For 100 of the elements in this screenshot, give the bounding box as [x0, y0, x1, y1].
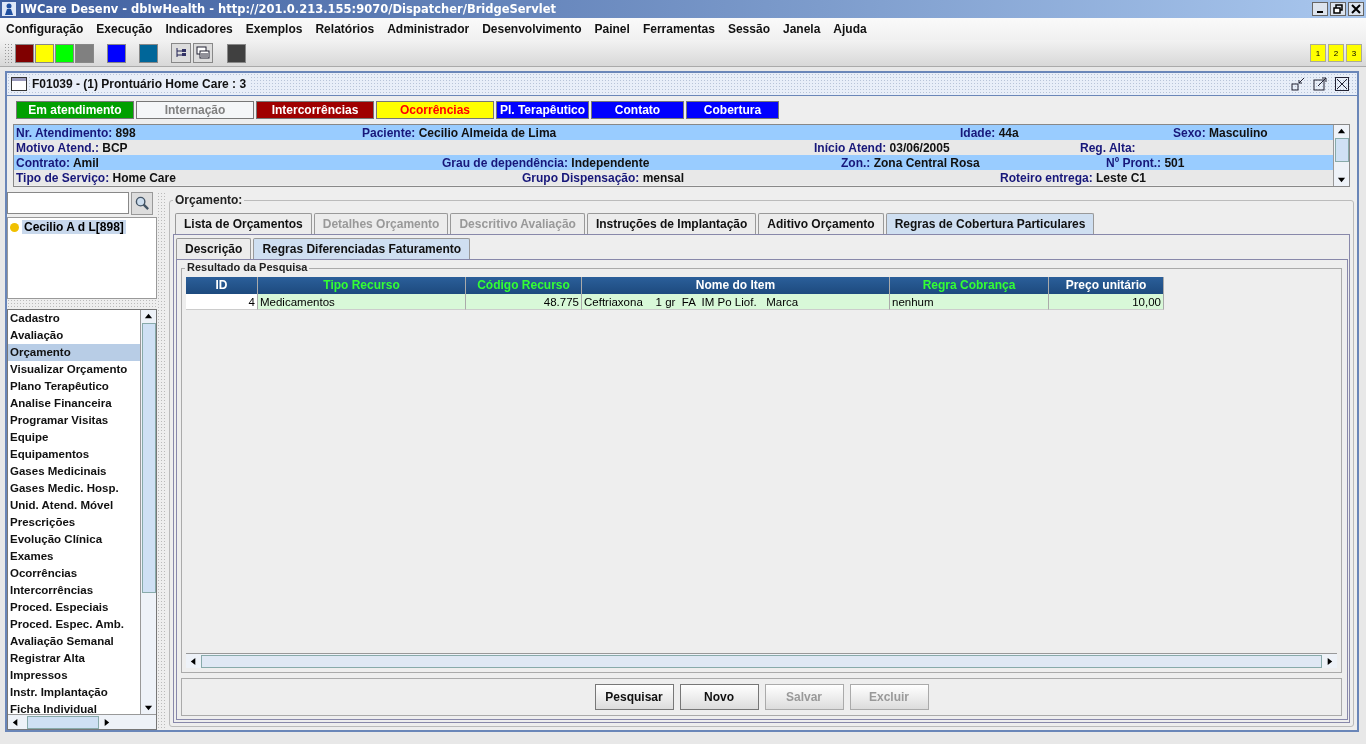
menu-item[interactable]: Administrador — [387, 22, 470, 36]
toolbar-button[interactable] — [171, 43, 191, 63]
maximize-icon — [1313, 77, 1327, 91]
up-arrow-icon[interactable] — [144, 312, 153, 321]
sidebar-item[interactable]: Avaliação Semanal — [8, 633, 140, 650]
menu-item[interactable]: Configuração — [6, 22, 84, 36]
section-title: Orçamento: — [173, 193, 245, 207]
color-button[interactable] — [35, 43, 54, 63]
search-icon[interactable] — [131, 192, 153, 215]
sidebar-item[interactable]: Instr. Implantação — [8, 684, 140, 701]
status-button[interactable]: Intercorrências — [256, 101, 374, 119]
status-button[interactable]: Pl. Terapêutico — [496, 101, 589, 119]
restore-button[interactable] — [1330, 2, 1346, 16]
sidebar-item[interactable]: Intercorrências — [8, 582, 140, 599]
left-arrow-icon[interactable] — [11, 717, 20, 727]
sidebar-item[interactable]: Plano Terapêutico — [8, 378, 140, 395]
column-header[interactable]: Nome do Item — [582, 277, 890, 294]
color-button[interactable] — [75, 43, 94, 63]
minimize-icon — [1317, 11, 1323, 13]
table-cell: 4 — [186, 294, 258, 310]
menu-item[interactable]: Execução — [96, 22, 153, 36]
horizontal-scrollbar[interactable] — [186, 653, 1337, 668]
sidebar-item[interactable]: Gases Medic. Hosp. — [8, 480, 140, 497]
sidebar-item[interactable]: Visualizar Orçamento — [8, 361, 140, 378]
column-header[interactable]: ID — [186, 277, 258, 294]
sidebar-item[interactable]: Programar Visitas — [8, 412, 140, 429]
menu-item[interactable]: Painel — [594, 22, 630, 36]
close-icon — [1335, 77, 1349, 91]
scrollbar[interactable] — [140, 310, 156, 714]
sidebar-item[interactable]: Equipe — [8, 429, 140, 446]
sidebar-item[interactable]: Ficha Individual — [8, 701, 140, 718]
sidebar-item[interactable]: Ocorrências — [8, 565, 140, 582]
color-button[interactable] — [107, 43, 126, 63]
up-arrow-icon[interactable] — [1337, 127, 1346, 136]
sidebar-item[interactable]: Exames — [8, 548, 140, 565]
menu-item[interactable]: Exemplos — [245, 22, 303, 36]
table-cell: Ceftriaxona 1 gr FA IM Po Liof. Marca — [582, 294, 890, 310]
page-button[interactable]: 2 — [1328, 44, 1344, 62]
tab[interactable]: Regras Diferenciadas Faturamento — [253, 238, 471, 259]
sidebar-item[interactable]: Evolução Clínica — [8, 531, 140, 548]
column-header[interactable]: Código Recurso — [466, 277, 582, 294]
menu-item[interactable]: Relatórios — [315, 22, 375, 36]
page-button[interactable]: 3 — [1346, 44, 1362, 62]
status-button[interactable]: Internação — [136, 101, 254, 119]
moon-icon — [10, 222, 19, 232]
sidebar-item[interactable]: Registrar Alta — [8, 650, 140, 667]
color-button[interactable] — [55, 43, 74, 63]
status-button[interactable]: Contato — [591, 101, 684, 119]
sidebar-item[interactable]: Analise Financeira — [8, 395, 140, 412]
down-arrow-icon[interactable] — [144, 703, 153, 712]
column-header[interactable]: Preço unitário — [1049, 277, 1164, 294]
action-button[interactable]: Novo — [679, 684, 759, 710]
close-button[interactable] — [1348, 2, 1364, 16]
menu-item[interactable]: Desenvolvimento — [482, 22, 582, 36]
app-icon — [2, 2, 16, 16]
menu-item[interactable]: Ferramentas — [642, 22, 715, 36]
menu-item[interactable]: Ajuda — [833, 22, 867, 36]
search-field[interactable] — [7, 192, 129, 214]
toolbar-button[interactable] — [193, 43, 213, 63]
tree-icon — [174, 46, 188, 60]
menu-item[interactable]: Sessão — [727, 22, 770, 36]
minimize-button[interactable] — [1312, 2, 1328, 16]
right-arrow-icon[interactable] — [102, 717, 111, 727]
sidebar-item[interactable]: Prescrições — [8, 514, 140, 531]
color-button[interactable] — [139, 43, 158, 63]
sidebar-item[interactable]: Cadastro — [8, 310, 140, 327]
menu-item[interactable]: Indicadores — [165, 22, 233, 36]
status-button[interactable]: Cobertura — [686, 101, 779, 119]
column-header[interactable]: Tipo Recurso — [258, 277, 466, 294]
action-button[interactable]: Pesquisar — [594, 684, 674, 710]
sidebar-item[interactable]: Proced. Especiais — [8, 599, 140, 616]
sidebar-item[interactable]: Proced. Espec. Amb. — [8, 616, 140, 633]
tab[interactable]: Regras de Cobertura Particulares — [885, 213, 1095, 234]
table-cell: 10,00 — [1049, 294, 1164, 310]
column-header[interactable]: Regra Cobrança — [890, 277, 1049, 294]
tab[interactable]: Aditivo Orçamento — [758, 213, 884, 234]
scrollbar[interactable] — [1333, 125, 1349, 186]
page-button[interactable]: 1 — [1310, 44, 1326, 62]
sidebar-item[interactable]: Avaliação — [8, 327, 140, 344]
sidebar-item[interactable]: Equipamentos — [8, 446, 140, 463]
horizontal-scrollbar[interactable] — [8, 714, 156, 729]
right-arrow-icon[interactable] — [1325, 656, 1334, 666]
tab[interactable]: Lista de Orçamentos — [175, 213, 312, 234]
info-field: Grupo Dispensação: mensal — [522, 170, 1000, 185]
tree-item[interactable]: Cecilio A d L[898] — [22, 220, 126, 234]
tab[interactable]: Descrição — [176, 238, 252, 259]
sidebar-item[interactable]: Unid. Atend. Móvel — [8, 497, 140, 514]
tab[interactable]: Instruções de Implantação — [586, 213, 757, 234]
status-button[interactable]: Ocorrências — [376, 101, 494, 119]
sidebar-item[interactable]: Gases Medicinais — [8, 463, 140, 480]
left-arrow-icon[interactable] — [189, 656, 198, 666]
info-field: Roteiro entrega: Leste C1 — [1000, 170, 1333, 185]
table-cell: nenhum — [890, 294, 1049, 310]
window-icon — [11, 77, 27, 91]
color-button[interactable] — [15, 43, 34, 63]
down-arrow-icon[interactable] — [1337, 175, 1346, 184]
menu-item[interactable]: Janela — [782, 22, 821, 36]
sidebar-item[interactable]: Impressos — [8, 667, 140, 684]
dark-square-button[interactable] — [227, 43, 246, 63]
sidebar-item[interactable]: Orçamento — [8, 344, 140, 361]
